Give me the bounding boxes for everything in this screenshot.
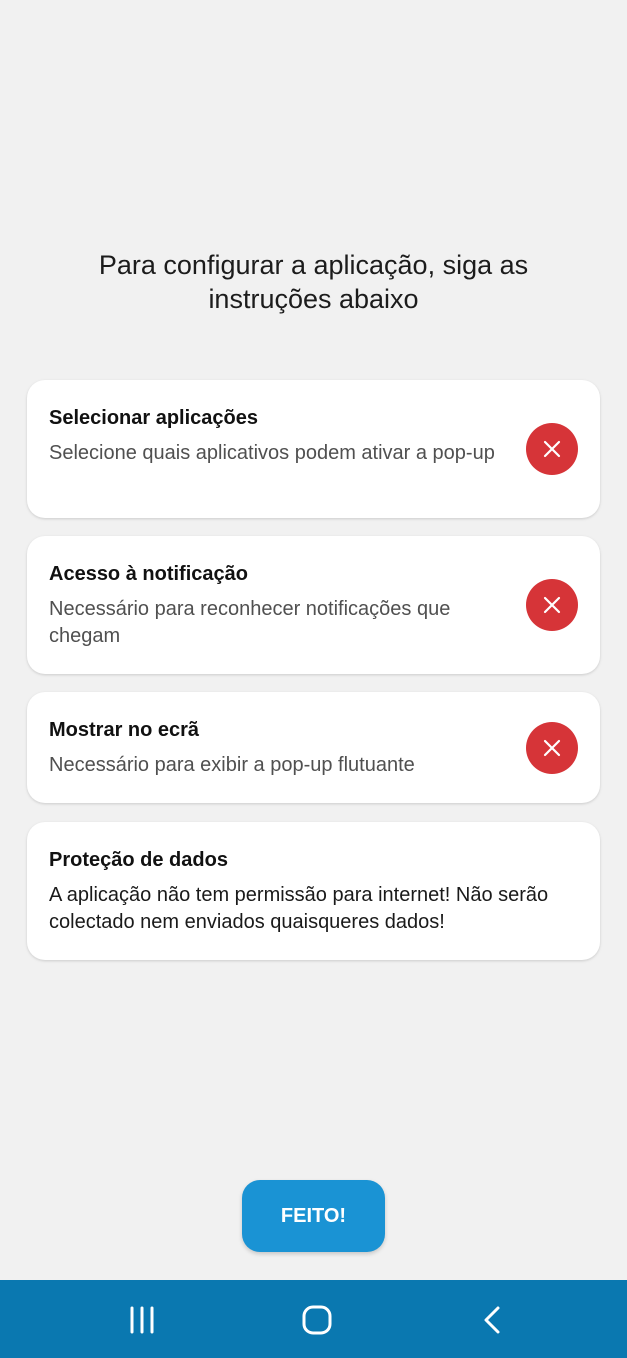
recent-apps-button[interactable]	[112, 1295, 172, 1345]
close-icon	[543, 440, 561, 458]
home-button[interactable]	[287, 1295, 347, 1345]
card-title: Selecionar aplicações	[49, 407, 259, 429]
card-notification-access[interactable]: Acesso à notificação Necessário para rec…	[27, 536, 600, 674]
card-title: Mostrar no ecrã	[49, 719, 200, 741]
navigation-bar	[0, 1280, 627, 1358]
card-data-protection: Proteção de dados A aplicação não tem pe…	[27, 822, 600, 960]
back-icon	[484, 1306, 500, 1334]
recent-apps-icon	[130, 1306, 154, 1334]
card-description: Selecione quais aplicativos podem ativar…	[49, 442, 495, 464]
card-title: Proteção de dados	[49, 849, 228, 871]
card-description: A aplicação não tem permissão para inter…	[49, 884, 549, 933]
done-button[interactable]: FEITO!	[242, 1180, 385, 1252]
card-select-apps[interactable]: Selecionar aplicações Selecione quais ap…	[27, 380, 600, 518]
card-show-on-screen[interactable]: Mostrar no ecrã Necessário para exibir a…	[27, 692, 600, 803]
close-icon	[543, 596, 561, 614]
status-close-icon[interactable]	[526, 423, 578, 475]
page-heading: Para configurar a aplicação, siga as ins…	[98, 250, 529, 314]
back-button[interactable]	[463, 1295, 523, 1345]
status-close-icon[interactable]	[526, 722, 578, 774]
home-icon	[302, 1305, 332, 1335]
close-icon	[543, 739, 561, 757]
card-title: Acesso à notificação	[49, 563, 248, 585]
card-description: Necessário para exibir a pop-up flutuant…	[49, 754, 415, 776]
status-close-icon[interactable]	[526, 579, 578, 631]
card-description: Necessário para reconhecer notificações …	[49, 598, 451, 647]
